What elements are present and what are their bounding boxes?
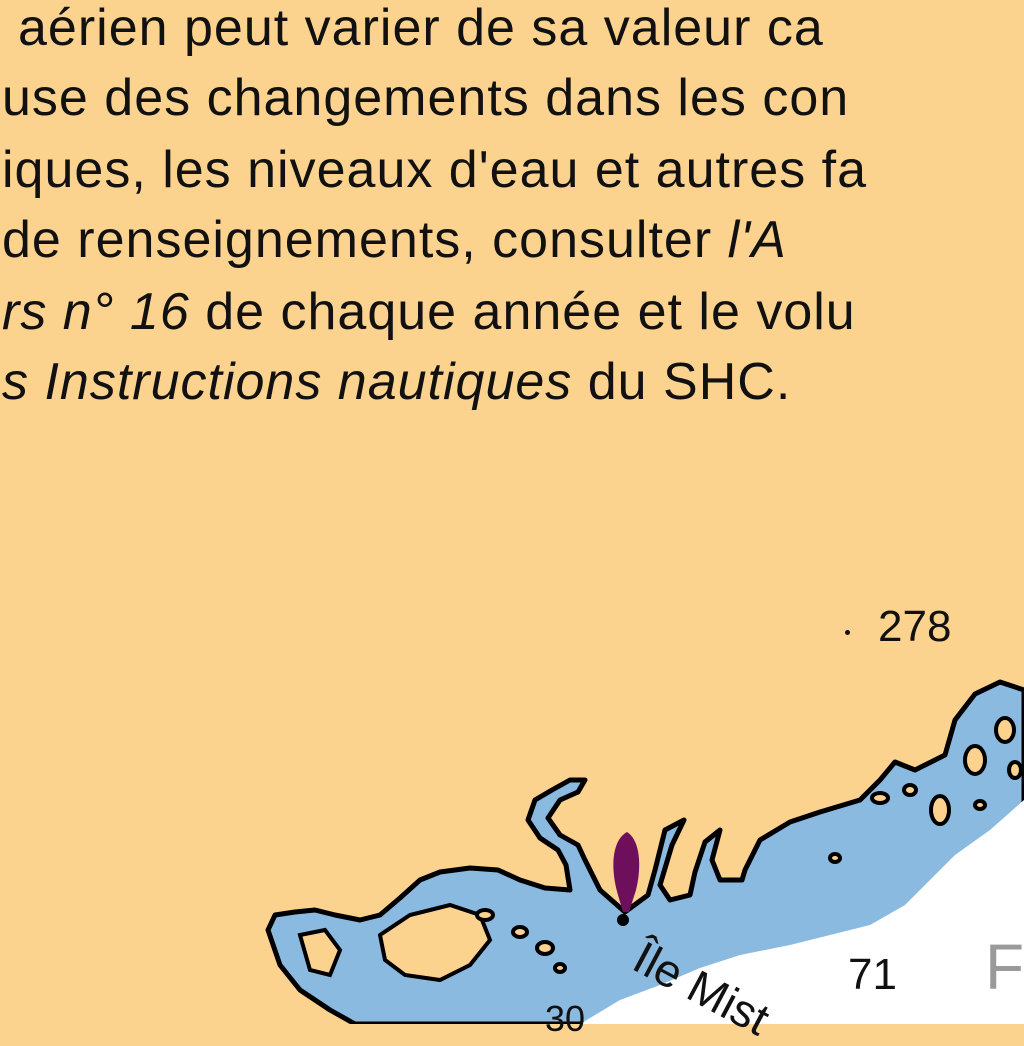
- spot-height-278: 278: [878, 602, 952, 651]
- note-line-1: aérien peut varier de sa valeur ca: [18, 0, 824, 57]
- note-line-6-text: du SHC.: [572, 353, 792, 411]
- beacon-anchor-dot: [617, 914, 629, 926]
- note-line-6: s Instructions nautiques du SHC.: [2, 352, 791, 412]
- depth-30: 30: [545, 998, 586, 1039]
- note-line-4-ref: l'A: [727, 211, 787, 269]
- note-line-6-ref: s Instructions nautiques: [2, 353, 573, 411]
- note-line-2: use des changements dans les con: [2, 69, 850, 127]
- beacon-marker-icon: [613, 832, 640, 912]
- note-line-4-text: de renseignements, consulter: [2, 211, 728, 269]
- note-line-5: rs n° 16 de chaque année et le volu: [2, 282, 856, 342]
- note-line-3: iques, les niveaux d'eau et autres fa: [2, 141, 868, 199]
- depth-71: 71: [848, 950, 897, 999]
- note-line-5-text: de chaque année et le volu: [189, 283, 856, 341]
- edge-letter-label: F: [985, 931, 1024, 1003]
- note-line-5-ref: rs n° 16: [2, 283, 190, 341]
- note-line-4: de renseignements, consulter l'A: [2, 210, 787, 270]
- spot-height-dot: [845, 630, 850, 635]
